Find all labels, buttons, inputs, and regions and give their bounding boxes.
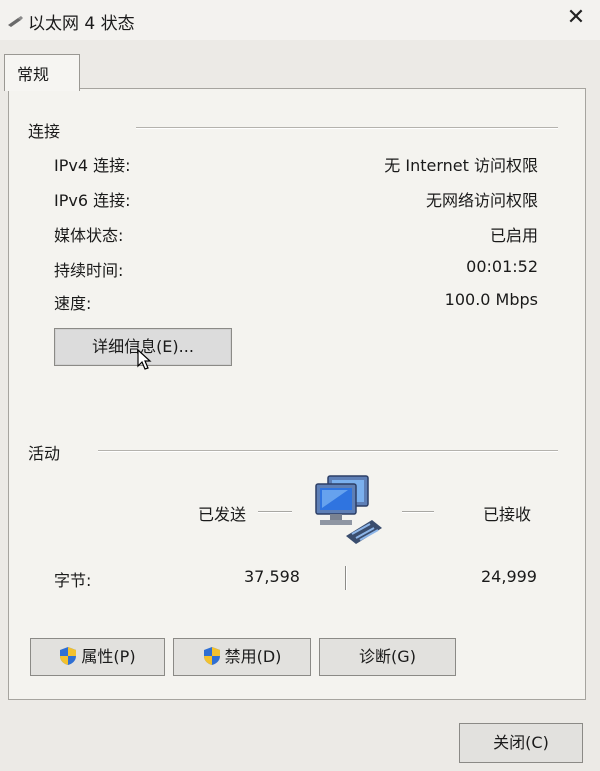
speed-label: 速度: (54, 294, 92, 313)
mouse-cursor-icon (137, 342, 152, 370)
disable-button-label: 禁用(D) (224, 647, 282, 666)
uac-shield-icon (60, 647, 77, 665)
media-state-value: 已启用 (489, 226, 538, 245)
received-label: 已接收 (483, 505, 532, 524)
activity-divider (98, 450, 558, 452)
bytes-sent-value: 37,598 (244, 567, 300, 586)
speed-value: 100.0 Mbps (444, 290, 538, 309)
activity-separator (345, 566, 347, 590)
title-bar: 以太网 4 状态 ✕ (0, 0, 600, 40)
duration-label: 持续时间: (54, 261, 124, 280)
properties-button[interactable]: 属性(P) (30, 638, 165, 676)
ipv4-value: 无 Internet 访问权限 (384, 156, 538, 175)
close-button[interactable]: 关闭(C) (459, 723, 583, 763)
ipv4-label: IPv4 连接: (54, 156, 131, 175)
uac-shield-icon (203, 647, 220, 665)
ipv6-value: 无网络访问权限 (425, 191, 538, 210)
activity-group-label: 活动 (28, 444, 61, 463)
sent-line (258, 511, 292, 513)
tab-general-label: 常规 (17, 65, 50, 84)
network-adapter-icon (8, 16, 23, 27)
ipv6-label: IPv6 连接: (54, 191, 131, 210)
received-line (402, 511, 434, 513)
media-state-label: 媒体状态: (54, 226, 124, 245)
connection-group-label: 连接 (28, 122, 61, 141)
duration-value: 00:01:52 (466, 257, 538, 276)
connection-divider (136, 127, 558, 129)
network-computers-icon (315, 475, 382, 544)
bytes-received-value: 24,999 (481, 567, 537, 586)
properties-button-label: 属性(P) (81, 647, 136, 666)
general-panel (8, 88, 586, 700)
window-title: 以太网 4 状态 (28, 14, 135, 34)
disable-button[interactable]: 禁用(D) (173, 638, 311, 676)
bytes-label: 字节: (54, 571, 92, 590)
sent-label: 已发送 (198, 505, 247, 524)
close-window-button[interactable]: ✕ (562, 4, 590, 32)
tab-general[interactable]: 常规 (4, 54, 80, 91)
diagnose-button[interactable]: 诊断(G) (319, 638, 456, 676)
